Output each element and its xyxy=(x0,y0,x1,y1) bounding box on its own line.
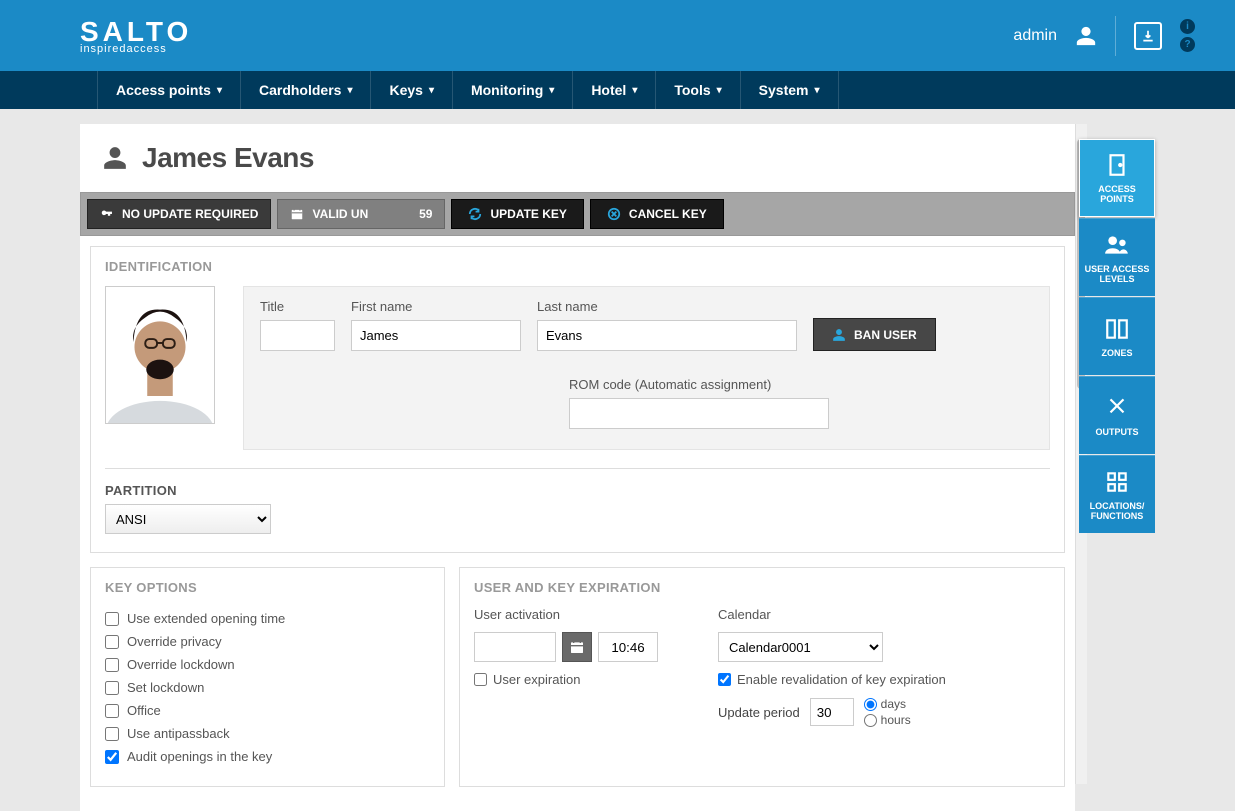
panel-heading: KEY OPTIONS xyxy=(91,568,444,607)
rom-code-label: ROM code (Automatic assignment) xyxy=(569,377,829,392)
update-key-button[interactable]: UPDATE KEY xyxy=(451,199,583,229)
header-divider xyxy=(1115,16,1116,56)
info-icon[interactable]: i xyxy=(1180,19,1195,34)
identification-panel: IDENTIFICATION xyxy=(90,246,1065,553)
checkbox[interactable] xyxy=(105,681,119,695)
current-user-label: admin xyxy=(1013,27,1057,45)
activation-date-input[interactable] xyxy=(474,632,556,662)
key-options-list: Use extended opening time Override priva… xyxy=(105,607,430,768)
checkbox[interactable] xyxy=(105,612,119,626)
nav-access-points[interactable]: Access points▾ xyxy=(97,71,241,109)
user-icon[interactable] xyxy=(1075,25,1097,47)
calendar-icon xyxy=(290,207,304,221)
partition-select[interactable]: ANSI xyxy=(105,504,271,534)
expiration-panel: USER AND KEY EXPIRATION User activation xyxy=(459,567,1065,787)
nav-keys[interactable]: Keys▾ xyxy=(371,71,453,109)
valid-badge: VALID UN 59 xyxy=(277,199,445,229)
nav-cardholders[interactable]: Cardholders▾ xyxy=(241,71,372,109)
person-icon xyxy=(102,145,128,171)
refresh-icon xyxy=(468,207,482,221)
valid-count: 59 xyxy=(419,207,432,221)
user-expiration-checkbox[interactable] xyxy=(474,673,487,686)
rail-access-points[interactable]: ACCESS POINTS xyxy=(1079,139,1155,217)
download-button[interactable] xyxy=(1134,22,1162,50)
partition-heading: PARTITION xyxy=(105,483,1050,498)
rom-code-input[interactable] xyxy=(569,398,829,429)
first-name-label: First name xyxy=(351,299,521,314)
unit-days-radio[interactable] xyxy=(864,698,877,711)
user-expiration-label: User expiration xyxy=(493,672,580,687)
revalidation-checkbox[interactable] xyxy=(718,673,731,686)
opt-antipassback: Use antipassback xyxy=(105,722,430,745)
main-content: James Evans NO UPDATE REQUIRED VALID UN … xyxy=(80,124,1075,811)
people-icon xyxy=(1104,232,1130,258)
page-title: James Evans xyxy=(142,142,314,174)
chevron-down-icon: ▾ xyxy=(429,85,434,96)
checkbox[interactable] xyxy=(105,704,119,718)
opt-extended-opening: Use extended opening time xyxy=(105,607,430,630)
rail-user-access-levels[interactable]: USER ACCESS LEVELS xyxy=(1079,218,1155,296)
calendar-icon xyxy=(569,639,585,655)
last-name-label: Last name xyxy=(537,299,797,314)
nav-system[interactable]: System▾ xyxy=(741,71,839,109)
opt-override-lockdown: Override lockdown xyxy=(105,653,430,676)
rail-outputs[interactable]: OUTPUTS xyxy=(1079,376,1155,454)
activation-label: User activation xyxy=(474,607,658,622)
outputs-icon xyxy=(1104,395,1130,421)
update-period-input[interactable] xyxy=(810,698,854,726)
title-input[interactable] xyxy=(260,320,335,351)
no-update-badge: NO UPDATE REQUIRED xyxy=(87,199,271,229)
panel-heading: IDENTIFICATION xyxy=(91,247,1064,286)
rail-locations-functions[interactable]: LOCATIONS/ FUNCTIONS xyxy=(1079,455,1155,533)
cancel-icon xyxy=(607,207,621,221)
unit-hours-radio[interactable] xyxy=(864,714,877,727)
ban-user-button[interactable]: BAN USER xyxy=(813,318,936,351)
calendar-label: Calendar xyxy=(718,607,946,622)
revalidation-label: Enable revalidation of key expiration xyxy=(737,672,946,687)
key-options-panel: KEY OPTIONS Use extended opening time Ov… xyxy=(90,567,445,787)
zones-icon xyxy=(1104,316,1130,342)
calendar-picker-button[interactable] xyxy=(562,632,592,662)
chevron-down-icon: ▾ xyxy=(814,85,819,96)
opt-office: Office xyxy=(105,699,430,722)
activation-time-input[interactable] xyxy=(598,632,658,662)
user-photo[interactable] xyxy=(105,286,215,424)
chevron-down-icon: ▾ xyxy=(347,85,352,96)
opt-audit-openings: Audit openings in the key xyxy=(105,745,430,768)
key-icon xyxy=(100,207,114,221)
avatar-image xyxy=(106,288,214,423)
main-nav: Access points▾ Cardholders▾ Keys▾ Monito… xyxy=(0,71,1235,109)
opt-set-lockdown: Set lockdown xyxy=(105,676,430,699)
checkbox[interactable] xyxy=(105,750,119,764)
first-name-input[interactable] xyxy=(351,320,521,351)
nav-monitoring[interactable]: Monitoring▾ xyxy=(453,71,573,109)
brand-logo: SALTO inspiredaccess xyxy=(80,16,192,55)
checkbox[interactable] xyxy=(105,635,119,649)
chevron-down-icon: ▾ xyxy=(717,85,722,96)
app-header: SALTO inspiredaccess admin i ? xyxy=(0,0,1235,71)
grid-icon xyxy=(1104,469,1130,495)
action-toolbar: NO UPDATE REQUIRED VALID UN 59 UPDATE KE… xyxy=(80,192,1075,236)
help-icon[interactable]: ? xyxy=(1180,37,1195,52)
checkbox[interactable] xyxy=(105,658,119,672)
cancel-key-button[interactable]: CANCEL KEY xyxy=(590,199,724,229)
chevron-down-icon: ▾ xyxy=(217,85,222,96)
ban-user-icon xyxy=(832,328,846,342)
checkbox[interactable] xyxy=(105,727,119,741)
nav-tools[interactable]: Tools▾ xyxy=(656,71,740,109)
nav-hotel[interactable]: Hotel▾ xyxy=(573,71,656,109)
last-name-input[interactable] xyxy=(537,320,797,351)
chevron-down-icon: ▾ xyxy=(632,85,637,96)
rail-zones[interactable]: ZONES xyxy=(1079,297,1155,375)
update-period-label: Update period xyxy=(718,705,800,720)
chevron-down-icon: ▾ xyxy=(549,85,554,96)
door-icon xyxy=(1104,152,1130,178)
page-title-row: James Evans xyxy=(80,124,1075,192)
opt-override-privacy: Override privacy xyxy=(105,630,430,653)
title-label: Title xyxy=(260,299,335,314)
side-rail: ACCESS POINTS USER ACCESS LEVELS ZONES O… xyxy=(1079,139,1155,533)
panel-heading: USER AND KEY EXPIRATION xyxy=(460,568,1064,607)
calendar-select[interactable]: Calendar0001 xyxy=(718,632,883,662)
